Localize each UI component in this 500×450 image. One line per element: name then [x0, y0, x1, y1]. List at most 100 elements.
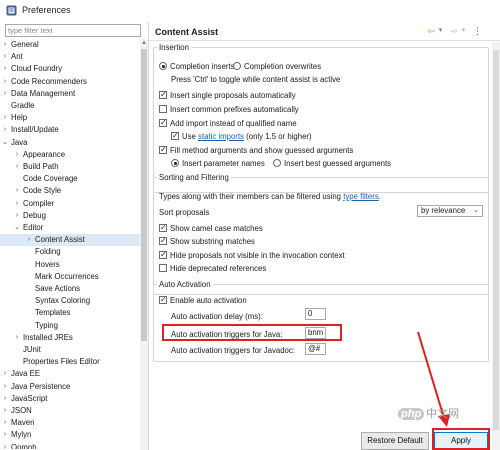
tree-item-content-assist[interactable]: › Content Assist	[0, 234, 140, 247]
forward-history-dropdown-icon[interactable]: ▾	[460, 25, 467, 37]
collapsed-chevron-icon[interactable]: ›	[1, 112, 9, 124]
completion-overwrites-radio[interactable]	[233, 62, 241, 70]
watermark-logo: php	[398, 408, 425, 420]
tree-item-java-ee[interactable]: › Java EE	[0, 368, 140, 380]
tree-item-installed-jres[interactable]: › Installed JREs	[0, 332, 140, 344]
tree-item-cloud-foundry[interactable]: › Cloud Foundry	[0, 63, 140, 75]
tree-item-gradle[interactable]: Gradle	[0, 100, 140, 112]
tree-scrollbar-thumb[interactable]	[141, 49, 147, 341]
type-filters-link[interactable]: type filters	[343, 192, 379, 201]
add-import-checkbox[interactable]	[159, 117, 167, 128]
auto-activation-legend: Auto Activation	[159, 280, 211, 289]
collapsed-chevron-icon[interactable]: ›	[1, 124, 9, 136]
view-menu-icon[interactable]: ⋮	[473, 25, 482, 37]
tree-item-editor[interactable]: ⌄ Editor	[0, 222, 140, 234]
restore-default-button[interactable]: Restore Default	[361, 432, 429, 450]
expanded-chevron-icon[interactable]: ⌄	[1, 137, 9, 149]
insert-best-guessed-radio[interactable]	[273, 159, 281, 167]
tree-item-mark-occurrences[interactable]: Mark Occurrences	[0, 271, 140, 283]
tree-item-javascript[interactable]: › JavaScript	[0, 393, 140, 405]
java-triggers-input[interactable]: bnm	[305, 327, 326, 339]
collapsed-chevron-icon[interactable]: ›	[13, 198, 21, 210]
sort-proposals-select[interactable]: by relevance ⌄	[417, 205, 483, 217]
tree-item-syntax-coloring[interactable]: Syntax Coloring	[0, 295, 140, 307]
tree-item-oomph[interactable]: › Oomph	[0, 442, 140, 449]
page-scrollbar[interactable]	[492, 42, 500, 450]
collapsed-chevron-icon[interactable]: ›	[1, 51, 9, 63]
collapsed-chevron-icon[interactable]: ›	[1, 381, 9, 393]
collapsed-chevron-icon[interactable]: ›	[1, 368, 9, 380]
insert-single-proposals-checkbox[interactable]	[159, 89, 167, 100]
tree-item-compiler[interactable]: › Compiler	[0, 198, 140, 210]
tree-item-templates[interactable]: Templates	[0, 307, 140, 319]
collapsed-chevron-icon[interactable]: ›	[1, 417, 9, 429]
insert-best-guessed-option[interactable]: Insert best guessed arguments	[273, 158, 403, 169]
tree-scrollbar[interactable]: ▲	[140, 39, 148, 450]
collapsed-chevron-icon[interactable]: ›	[1, 429, 9, 441]
enable-auto-activation-checkbox[interactable]	[159, 294, 167, 305]
tree-item-java[interactable]: ⌄ Java	[0, 137, 140, 149]
completion-overwrites-option[interactable]: Completion overwrites	[233, 61, 343, 72]
collapsed-chevron-icon[interactable]: ›	[1, 405, 9, 417]
tree-item-data-management[interactable]: › Data Management	[0, 88, 140, 100]
collapsed-chevron-icon[interactable]: ›	[13, 210, 21, 222]
page-scrollbar-thumb[interactable]	[493, 50, 499, 430]
insert-common-prefixes-checkbox[interactable]	[159, 105, 167, 113]
tree-item-code-style[interactable]: › Code Style	[0, 185, 140, 197]
tree-item-hovers[interactable]: Hovers	[0, 259, 140, 271]
tree-item-java-persistence[interactable]: › Java Persistence	[0, 381, 140, 393]
tree-item-label: Build Path	[23, 162, 59, 171]
use-static-imports-checkbox[interactable]	[171, 130, 179, 141]
collapsed-chevron-icon[interactable]: ›	[1, 76, 9, 88]
tree-item-help[interactable]: › Help	[0, 112, 140, 124]
type-filters-text: Types along with their members can be fi…	[159, 191, 381, 202]
expanded-chevron-icon[interactable]: ⌄	[13, 222, 21, 234]
tree-item-save-actions[interactable]: Save Actions	[0, 283, 140, 295]
tree-item-properties-files-editor[interactable]: Properties Files Editor	[0, 356, 140, 368]
forward-arrow-icon[interactable]: ⇨	[449, 25, 459, 37]
apply-button[interactable]: Apply	[434, 432, 488, 450]
collapsed-chevron-icon[interactable]: ›	[1, 442, 9, 449]
insert-single-proposals-label: Insert single proposals automatically	[170, 91, 296, 100]
tree-item-json[interactable]: › JSON	[0, 405, 140, 417]
collapsed-chevron-icon[interactable]: ›	[13, 332, 21, 344]
use-static-imports-option[interactable]: Use static imports (only 1.5 or higher)	[171, 130, 371, 142]
back-arrow-icon[interactable]: ⇦	[426, 25, 436, 37]
hide-deprecated-checkbox[interactable]	[159, 264, 167, 272]
collapsed-chevron-icon[interactable]: ›	[13, 185, 21, 197]
tree-item-code-coverage[interactable]: Code Coverage	[0, 173, 140, 185]
tree-item-general[interactable]: › General	[0, 39, 140, 51]
collapsed-chevron-icon[interactable]: ›	[1, 393, 9, 405]
tree-item-install-update[interactable]: › Install/Update	[0, 124, 140, 136]
auto-activation-delay-input[interactable]: 0	[305, 308, 326, 320]
tree-item-appearance[interactable]: › Appearance	[0, 149, 140, 161]
tree-item-mylyn[interactable]: › Mylyn	[0, 429, 140, 441]
collapsed-chevron-icon[interactable]: ›	[13, 149, 21, 161]
tree-item-ant[interactable]: › Ant	[0, 51, 140, 63]
collapsed-chevron-icon[interactable]: ›	[25, 234, 33, 246]
collapsed-chevron-icon[interactable]: ›	[1, 39, 9, 51]
collapsed-chevron-icon[interactable]: ›	[1, 63, 9, 75]
completion-inserts-radio[interactable]	[159, 62, 167, 70]
tree-filter-input[interactable]	[5, 24, 141, 37]
scroll-up-arrow-icon[interactable]: ▲	[140, 39, 148, 47]
tree-item-maven[interactable]: › Maven	[0, 417, 140, 429]
tree-item-code-recommenders[interactable]: › Code Recommenders	[0, 76, 140, 88]
tree-item-debug[interactable]: › Debug	[0, 210, 140, 222]
show-substring-checkbox[interactable]	[159, 235, 167, 246]
insertion-legend: Insertion	[159, 43, 189, 52]
tree-item-build-path[interactable]: › Build Path	[0, 161, 140, 173]
tree-item-folding[interactable]: Folding	[0, 246, 140, 258]
collapsed-chevron-icon[interactable]: ›	[13, 161, 21, 173]
tree-item-typing[interactable]: Typing	[0, 320, 140, 332]
insert-parameter-names-option[interactable]: Insert parameter names	[171, 158, 281, 169]
tree-item-junit[interactable]: JUnit	[0, 344, 140, 356]
collapsed-chevron-icon[interactable]: ›	[1, 88, 9, 100]
back-history-dropdown-icon[interactable]: ▾	[437, 25, 444, 37]
show-camel-case-checkbox[interactable]	[159, 222, 167, 233]
javadoc-triggers-input[interactable]: @#	[305, 343, 326, 355]
static-imports-link[interactable]: static imports	[198, 132, 244, 141]
fill-method-arguments-checkbox[interactable]	[159, 144, 167, 155]
insert-parameter-names-radio[interactable]	[171, 159, 179, 167]
hide-invocation-checkbox[interactable]	[159, 249, 167, 260]
